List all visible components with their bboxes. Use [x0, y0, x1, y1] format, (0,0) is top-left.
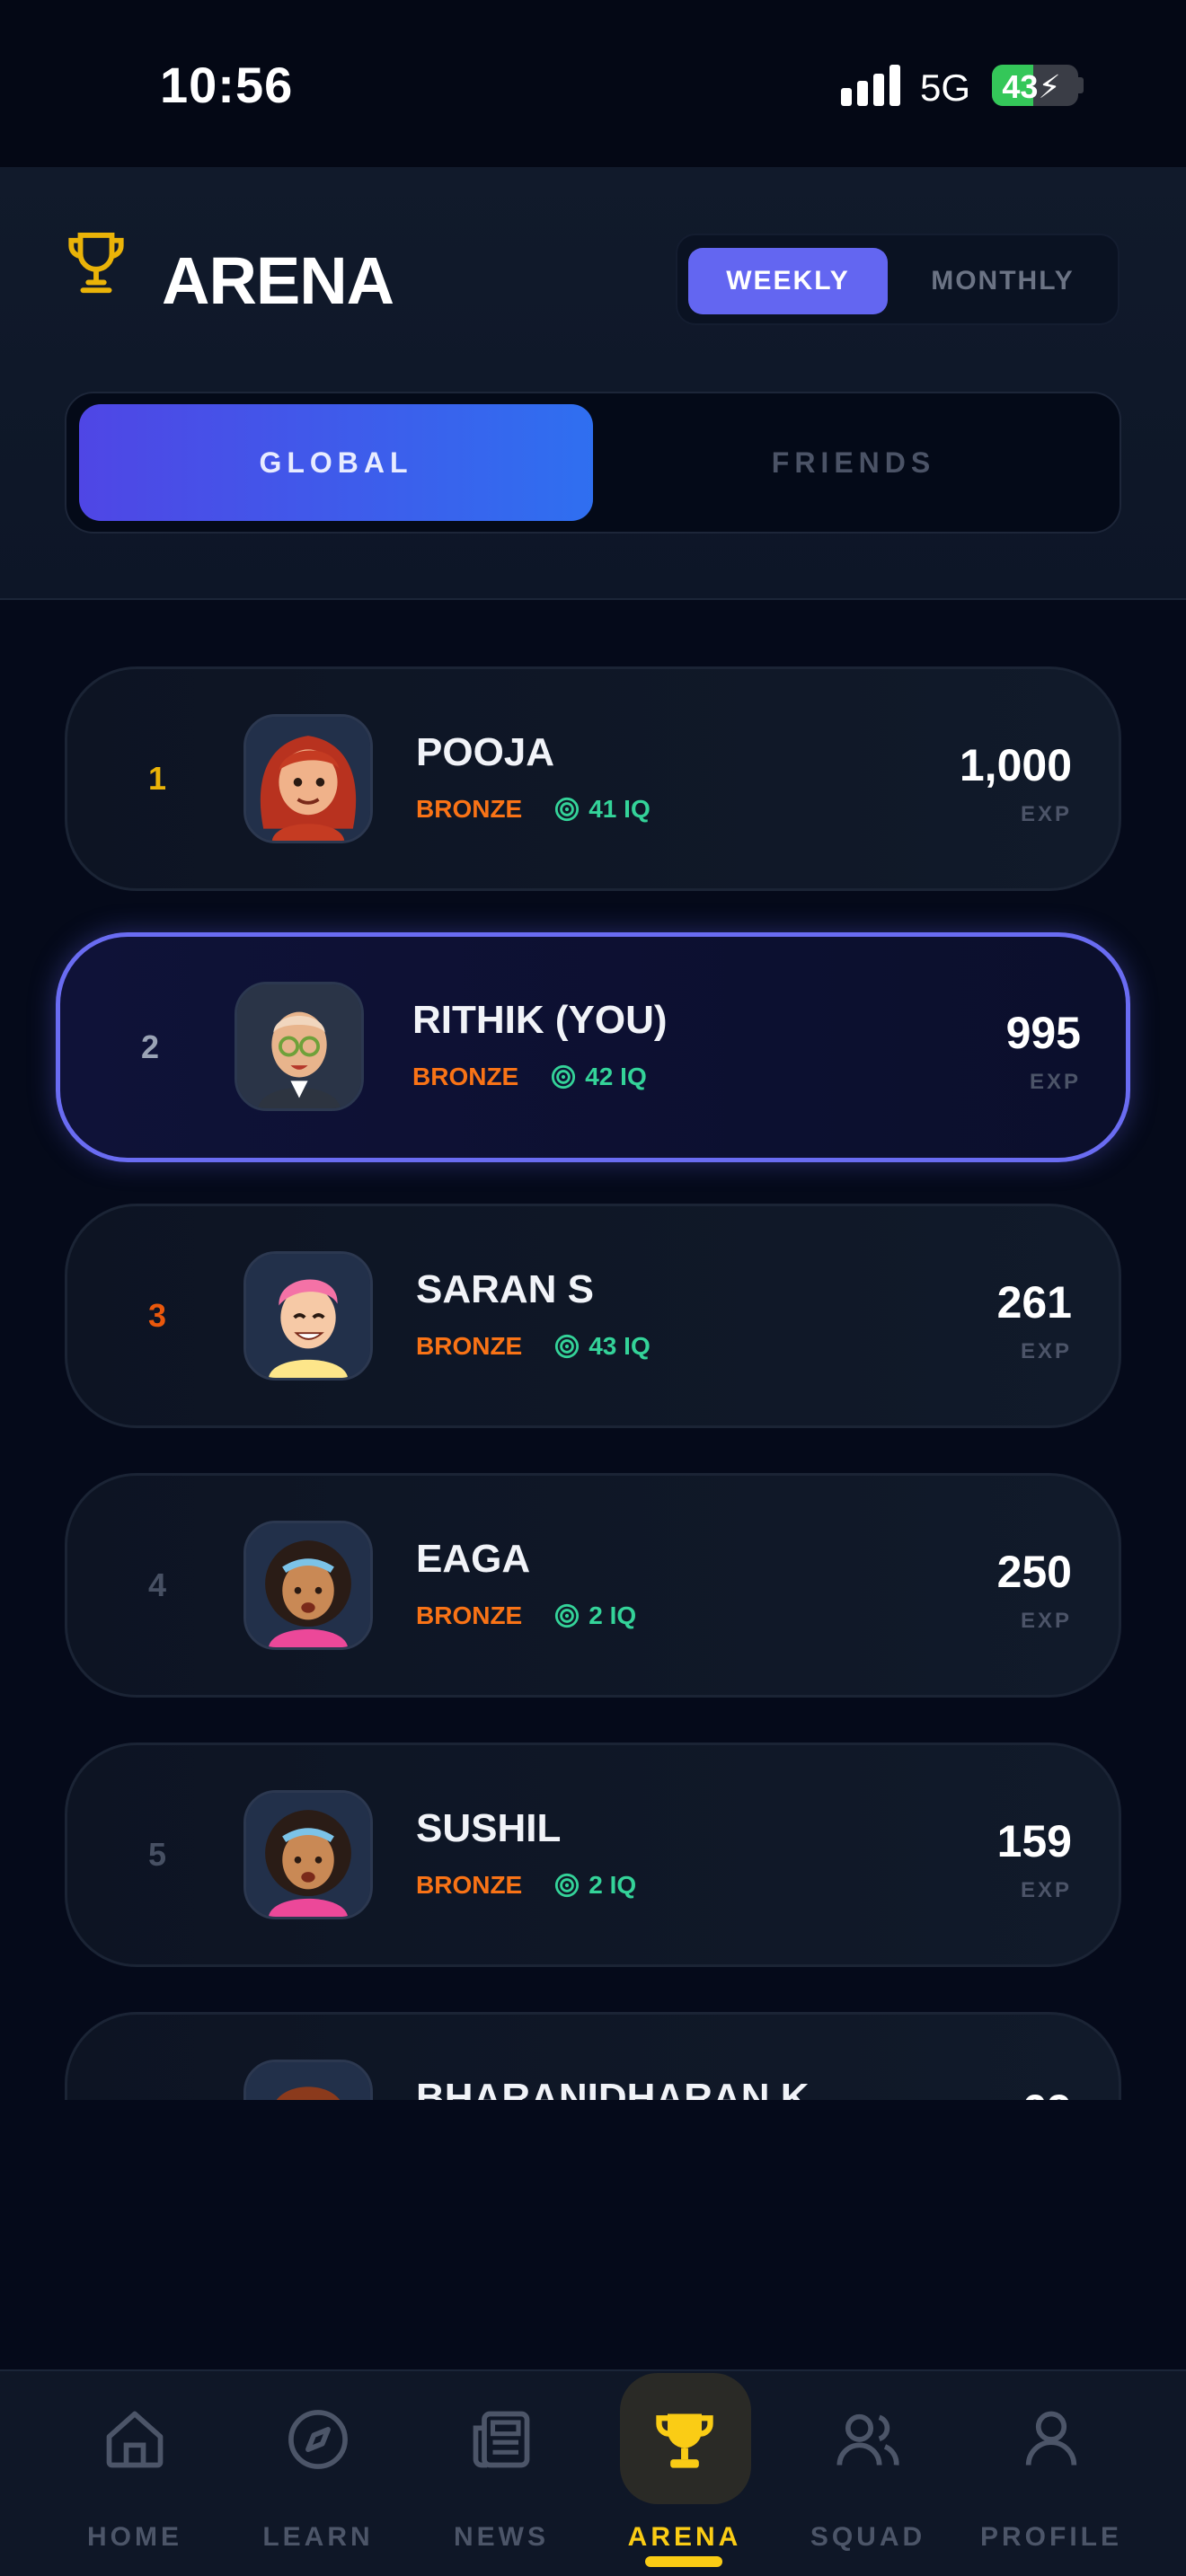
red-hair-woman-avatar: [246, 717, 370, 841]
target-icon: [555, 797, 580, 822]
user-icon: [1025, 2411, 1077, 2466]
status-bar: 10:56 5G 43⚡: [0, 0, 1186, 167]
score-value: 69: [1022, 2085, 1072, 2100]
rank-number: 4: [147, 1566, 167, 1603]
battery-icon: 43⚡: [992, 65, 1078, 106]
pink-hair-man-avatar: [246, 1254, 370, 1378]
nav-arena[interactable]: ARENA: [593, 2369, 776, 2576]
player-name: SARAN S: [416, 1267, 595, 1311]
network-label: 5G: [920, 66, 971, 109]
battery-level: 43: [1002, 68, 1039, 105]
page-title: ARENA: [162, 243, 394, 318]
league-badge: BRONZE: [416, 1871, 523, 1899]
leaderboard-list[interactable]: 1 POOJA BRONZE 41 IQ 1,000 EXP 2 RITHIK …: [0, 602, 1186, 2100]
league-badge: BRONZE: [416, 1601, 523, 1629]
tab-friends[interactable]: FRIENDS: [597, 404, 1111, 521]
compass-icon: [288, 2410, 348, 2469]
score-value: 995: [1005, 1008, 1081, 1058]
league-badge: BRONZE: [416, 795, 523, 823]
brown-hair-man-avatar: [246, 2062, 370, 2100]
tab-monthly[interactable]: MONTHLY: [898, 248, 1107, 314]
player-name: POOJA: [416, 730, 555, 774]
league-badge: BRONZE: [412, 1063, 519, 1090]
player-name: EAGA: [416, 1537, 531, 1581]
trophy-icon: [68, 233, 124, 294]
nav-learn[interactable]: LEARN: [226, 2369, 410, 2576]
nav-home[interactable]: HOME: [43, 2369, 226, 2576]
leaderboard-row[interactable]: 4 EAGA BRONZE 2 IQ 250 EXP: [65, 1473, 1121, 1698]
scope-toggle: GLOBAL FRIENDS: [65, 392, 1121, 534]
avatar: [243, 714, 373, 843]
exp-label: EXP: [1020, 802, 1072, 826]
iq-value: 43 IQ: [589, 1332, 651, 1360]
score-value: 159: [996, 1816, 1072, 1866]
nav-squad[interactable]: SQUAD: [776, 2369, 960, 2576]
avatar: [243, 2060, 373, 2100]
score-value: 1,000: [959, 740, 1072, 790]
rank-number: 1: [147, 760, 167, 797]
rank-number: 3: [147, 1297, 167, 1334]
nav-label: ARENA: [627, 2522, 742, 2552]
player-name: SUSHIL: [416, 1806, 562, 1850]
users-icon: [836, 2413, 899, 2466]
signal-icon: [841, 65, 902, 106]
bald-man-glasses-avatar: [237, 984, 361, 1108]
curly-hair-woman-avatar: [246, 1523, 370, 1647]
player-name: RITHIK (YOU): [412, 998, 668, 1042]
tab-global[interactable]: GLOBAL: [79, 404, 593, 521]
leaderboard-row[interactable]: BHARANIDHARAN K 69: [65, 2012, 1121, 2100]
nav-news[interactable]: NEWS: [410, 2369, 593, 2576]
nav-label: PROFILE: [979, 2522, 1122, 2552]
avatar: [243, 1251, 373, 1381]
target-icon: [552, 1064, 576, 1090]
newspaper-icon: [473, 2411, 530, 2468]
nav-label: SQUAD: [810, 2522, 926, 2552]
avatar: [243, 1521, 373, 1650]
avatar: [235, 982, 364, 1111]
exp-label: EXP: [1020, 1878, 1072, 1902]
score-value: 250: [996, 1547, 1072, 1597]
nav-label: HOME: [87, 2522, 182, 2552]
iq-value: 42 IQ: [585, 1063, 647, 1090]
period-toggle: WEEKLY MONTHLY: [676, 234, 1120, 325]
nav-profile[interactable]: PROFILE: [960, 2369, 1143, 2576]
score-value: 261: [996, 1277, 1072, 1328]
target-icon: [555, 1603, 580, 1628]
leaderboard-row[interactable]: 5 SUSHIL BRONZE 2 IQ 159 EXP: [65, 1742, 1121, 1967]
avatar: [243, 1790, 373, 1919]
target-icon: [555, 1334, 580, 1359]
target-icon: [555, 1873, 580, 1898]
player-name: BHARANIDHARAN K: [416, 2076, 810, 2100]
tab-weekly[interactable]: WEEKLY: [688, 248, 888, 314]
iq-value: 2 IQ: [589, 1601, 637, 1629]
exp-label: EXP: [1029, 1070, 1081, 1094]
exp-label: EXP: [1020, 1609, 1072, 1633]
leaderboard-row-you[interactable]: 2 RITHIK (YOU) BRONZE 42 IQ 995 EXP: [56, 932, 1130, 1162]
league-badge: BRONZE: [416, 1332, 523, 1360]
arena-header: ARENA WEEKLY MONTHLY GLOBAL FRIENDS: [0, 167, 1186, 600]
home-icon: [106, 2411, 164, 2468]
leaderboard-row[interactable]: 1 POOJA BRONZE 41 IQ 1,000 EXP: [65, 666, 1121, 891]
curly-hair-woman-avatar: [246, 1793, 370, 1917]
rank-number: 2: [140, 1028, 160, 1065]
rank-number: 5: [147, 1836, 167, 1873]
exp-label: EXP: [1020, 1339, 1072, 1363]
nav-label: LEARN: [262, 2522, 374, 2552]
status-time: 10:56: [160, 57, 294, 113]
leaderboard-row[interactable]: 3 SARAN S BRONZE 43 IQ 261 EXP: [65, 1204, 1121, 1428]
nav-label: NEWS: [454, 2522, 549, 2552]
active-tab-indicator: [645, 2556, 722, 2567]
trophy-icon: [656, 2413, 713, 2468]
iq-value: 41 IQ: [589, 795, 651, 823]
iq-value: 2 IQ: [589, 1871, 637, 1899]
